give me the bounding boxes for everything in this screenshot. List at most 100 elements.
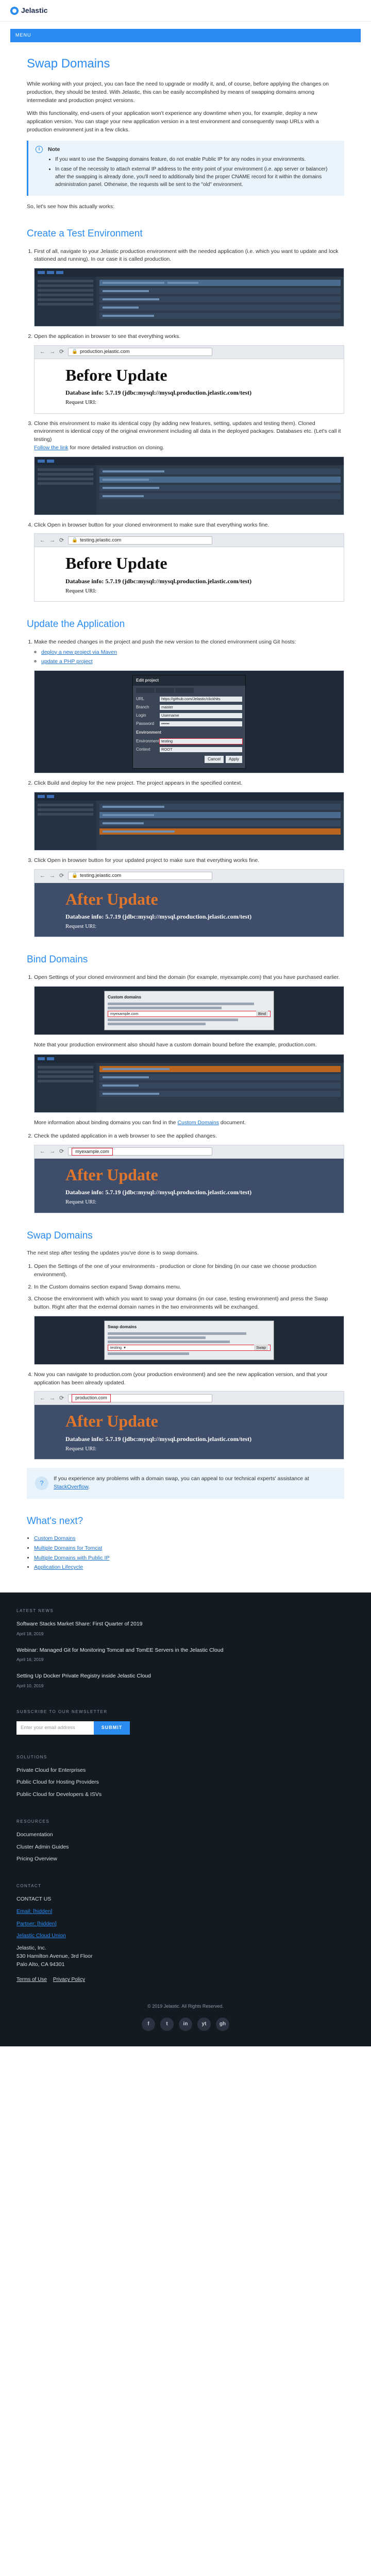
request-uri: Request URI: xyxy=(65,923,97,929)
dialog-title: Edit project xyxy=(133,675,245,686)
footer-link[interactable]: Private Cloud for Enterprises xyxy=(16,1767,355,1775)
dashboard-screenshot xyxy=(34,791,344,851)
news-heading: LATEST NEWS xyxy=(16,1608,54,1614)
next-link[interactable]: Application Lifecycle xyxy=(34,1564,83,1570)
footer-link[interactable]: Documentation xyxy=(16,1831,355,1839)
subscribe-heading: SUBSCRIBE TO OUR NEWSLETTER xyxy=(16,1709,108,1714)
back-icon: ← xyxy=(40,537,45,544)
menu-button[interactable]: MENU xyxy=(10,29,361,42)
youtube-icon[interactable]: yt xyxy=(197,2017,211,2031)
apply-button[interactable]: Apply xyxy=(225,756,242,764)
domain-input[interactable]: myexample.com xyxy=(110,1011,139,1016)
cancel-button[interactable]: Cancel xyxy=(205,756,224,764)
reload-icon: ⟳ xyxy=(59,537,64,544)
section-title: Update the Application xyxy=(27,619,125,630)
info-icon: i xyxy=(36,145,43,153)
address-line: 530 Hamilton Avenue, 3rd Floor xyxy=(16,1953,93,1959)
forward-icon: → xyxy=(49,1395,55,1401)
branch-field[interactable]: master xyxy=(160,705,242,710)
context-field[interactable]: ROOT xyxy=(160,747,242,753)
step: Make the needed changes in the project a… xyxy=(34,638,344,774)
section-intro: The next step after testing the updates … xyxy=(27,1250,199,1257)
main-content: Swap Domains While working with your pro… xyxy=(0,44,371,1572)
linkedin-icon[interactable]: in xyxy=(179,2017,192,2031)
address-line: Jelastic, Inc. xyxy=(16,1945,46,1952)
solutions-heading: SOLUTIONS xyxy=(16,1754,47,1759)
forward-icon: → xyxy=(49,1148,55,1155)
step: Click Open in browser button for your cl… xyxy=(34,521,344,602)
news-item[interactable]: Software Stacks Market Share: First Quar… xyxy=(16,1620,355,1629)
back-icon: ← xyxy=(40,349,45,355)
db-info: Database info: 5.7.19 (jdbc:mysql://mysq… xyxy=(65,389,252,397)
twitter-icon[interactable]: t xyxy=(160,2017,174,2031)
address-bar: 🔒 testing.jelastic.com xyxy=(68,872,213,880)
privacy-link[interactable]: Privacy Policy xyxy=(53,1976,85,1984)
dashboard-screenshot xyxy=(34,268,344,327)
forward-icon: → xyxy=(49,872,55,879)
footer-link[interactable]: Partner: [hidden] xyxy=(16,1920,355,1928)
step: Clone this environment to make its ident… xyxy=(34,420,344,515)
logo[interactable]: Jelastic xyxy=(10,5,47,16)
step: In the Custom domains section expand Swa… xyxy=(34,1283,344,1292)
email-field[interactable]: Enter your email address xyxy=(16,1721,94,1735)
footer-link[interactable]: Email: [hidden] xyxy=(16,1908,355,1916)
site-footer: LATEST NEWS Software Stacks Market Share… xyxy=(0,1592,371,2046)
news-item[interactable]: Webinar: Managed Git for Monitoring Tomc… xyxy=(16,1647,355,1655)
intro-paragraph: With this functionality, end-users of yo… xyxy=(27,110,319,133)
address-bar: 🔒 testing.jelastic.com xyxy=(68,536,213,545)
next-link[interactable]: Multiple Domains with Public IP xyxy=(34,1555,109,1561)
php-link[interactable]: update a PHP project xyxy=(41,658,93,665)
custom-domains-link[interactable]: Custom Domains xyxy=(177,1120,219,1126)
reload-icon: ⟳ xyxy=(59,1148,64,1155)
url-field[interactable]: https://github.com/Jelastic/clickhits xyxy=(160,697,242,702)
next-link[interactable]: Custom Domains xyxy=(34,1535,76,1541)
footer-link[interactable]: Public Cloud for Hosting Providers xyxy=(16,1778,355,1787)
db-info: Database info: 5.7.19 (jdbc:mysql://mysq… xyxy=(65,1435,252,1443)
footer-link[interactable]: Public Cloud for Developers & ISVs xyxy=(16,1791,355,1799)
password-field[interactable]: •••••• xyxy=(160,721,242,727)
logo-icon xyxy=(10,6,19,15)
contact-heading: CONTACT xyxy=(16,1884,42,1889)
back-icon: ← xyxy=(40,1148,45,1155)
lock-icon: 🔒 xyxy=(72,349,78,355)
login-field[interactable]: Username xyxy=(160,713,242,719)
edit-project-screenshot: Edit project URL https://github.com/Jelas… xyxy=(34,670,344,774)
terms-link[interactable]: Terms of Use xyxy=(16,1976,47,1984)
step: Check the updated application in a web b… xyxy=(34,1132,344,1213)
clone-link[interactable]: Follow the link xyxy=(34,445,69,451)
db-info: Database info: 5.7.19 (jdbc:mysql://mysq… xyxy=(65,912,252,920)
page-heading: Before Update xyxy=(65,554,167,573)
resources-heading: RESOURCES xyxy=(16,1819,50,1824)
github-icon[interactable]: gh xyxy=(216,2017,229,2031)
bind-button[interactable]: Bind xyxy=(256,1011,268,1017)
step: Choose the environment with which you wa… xyxy=(34,1295,344,1365)
swap-button[interactable]: Swap xyxy=(254,1345,268,1351)
maven-link[interactable]: deploy a new project via Maven xyxy=(41,649,117,655)
env-select[interactable]: testing xyxy=(159,738,243,745)
facebook-icon[interactable]: f xyxy=(142,2017,155,2031)
section-title: Create a Test Environment xyxy=(27,228,143,239)
clone-screenshot xyxy=(34,456,344,515)
footer-link[interactable]: Jelastic Cloud Union xyxy=(16,1932,355,1940)
dashboard-screenshot xyxy=(34,1054,344,1113)
news-date: April 16, 2019 xyxy=(16,1657,44,1663)
back-icon: ← xyxy=(40,1395,45,1401)
news-item[interactable]: Setting Up Docker Private Registry insid… xyxy=(16,1672,355,1681)
note-item: In case of the necessity to attach exter… xyxy=(55,165,337,189)
submit-button[interactable]: SUBMIT xyxy=(94,1721,130,1735)
env-section: Environment xyxy=(136,730,161,735)
footer-link[interactable]: Pricing Overview xyxy=(16,1855,355,1863)
footer-link[interactable]: Cluster Admin Guides xyxy=(16,1843,355,1852)
logo-text: Jelastic xyxy=(21,6,48,14)
address-bar: 🔒 production.jelastic.com xyxy=(68,348,213,357)
reload-icon: ⟳ xyxy=(59,872,64,879)
next-link[interactable]: Multiple Domains for Tomcat xyxy=(34,1545,102,1551)
custom-domains-title: Custom domains xyxy=(108,994,141,999)
browser-screenshot: ← → ⟳ 🔒 production.jelastic.com Before Up… xyxy=(34,345,344,414)
note-item: If you want to use the Swapping domains … xyxy=(55,156,337,163)
stackoverflow-link[interactable]: StackOverflow xyxy=(54,1484,88,1490)
env-select[interactable]: testing xyxy=(110,1345,122,1350)
section-title: Swap Domains xyxy=(27,1230,93,1241)
browser-screenshot: ← → ⟳ 🔒 testing.jelastic.com Before Updat… xyxy=(34,533,344,602)
contact-us-link[interactable]: CONTACT US xyxy=(16,1895,355,1904)
